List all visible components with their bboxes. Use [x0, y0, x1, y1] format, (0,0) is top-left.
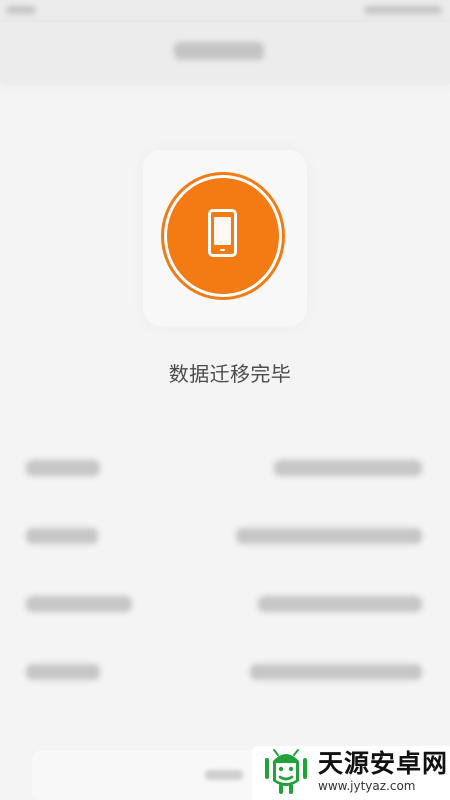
phone-home-shape: [220, 249, 225, 251]
info-row-value-blur: [250, 664, 422, 680]
phone-screen-shape: [214, 217, 231, 245]
info-row: [0, 634, 450, 702]
phone-icon: [208, 209, 237, 257]
info-row-label-blur: [26, 528, 98, 544]
info-row: [0, 498, 450, 566]
info-row-value-blur: [258, 596, 422, 612]
android-logo-icon: [265, 749, 307, 794]
status-right-blur: [364, 6, 442, 14]
info-row-label-blur: [26, 460, 100, 476]
migration-info-list: [0, 430, 450, 720]
info-row-label-blur: [26, 664, 100, 680]
info-row-label-blur: [26, 596, 132, 612]
status-left-blur: [6, 6, 36, 14]
info-row: [0, 430, 450, 498]
migration-complete-message: 数据迁移完毕: [168, 362, 292, 386]
top-header: [0, 22, 450, 84]
header-title-blur: [174, 42, 264, 60]
phone-icon-background: [167, 178, 279, 294]
watermark: 天源安卓网 www.jytyaz.com: [252, 746, 450, 800]
migration-complete-screen: 数据迁移完毕 天源安卓网 www.jytyaz.com: [0, 0, 450, 800]
phone-status-icon-group: [167, 178, 279, 294]
status-bar: [0, 0, 450, 22]
info-row: [0, 566, 450, 634]
watermark-title: 天源安卓网: [318, 749, 449, 778]
info-row-value-blur: [274, 460, 422, 476]
watermark-url: www.jytyaz.com: [318, 779, 416, 793]
info-row-value-blur: [236, 528, 422, 544]
bottom-action-button-blur[interactable]: [205, 770, 243, 780]
